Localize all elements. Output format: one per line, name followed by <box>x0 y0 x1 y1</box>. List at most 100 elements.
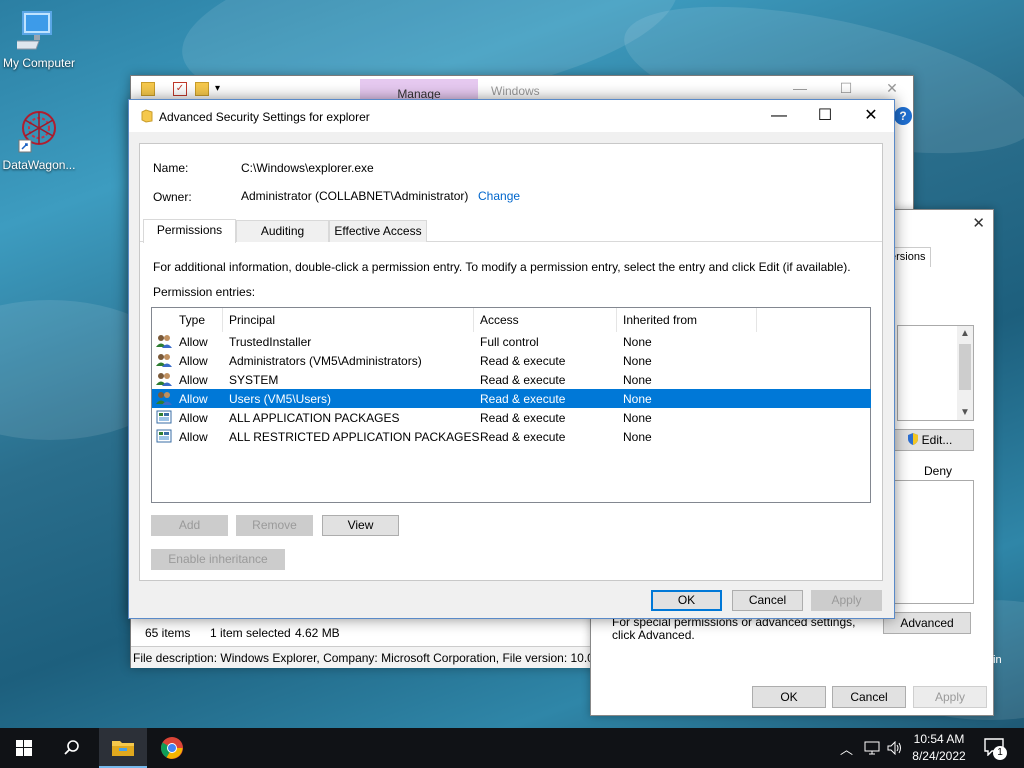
status-item-count: 65 items <box>145 626 191 640</box>
column-divider[interactable] <box>756 308 757 332</box>
help-icon[interactable]: ? <box>894 107 912 125</box>
table-row[interactable]: Allow Users (VM5\Users) Read & execute None <box>152 389 871 408</box>
change-owner-link[interactable]: Change <box>478 189 520 203</box>
cell-access: Read & execute <box>480 373 566 387</box>
scroll-down-icon[interactable]: ▼ <box>960 407 970 418</box>
file-explorer-icon <box>112 741 134 756</box>
desktop-icon-label: DataWagon... <box>2 158 76 172</box>
cell-access: Read & execute <box>480 430 566 444</box>
ok-button[interactable]: OK <box>752 686 826 708</box>
column-header-inherited-from[interactable]: Inherited from <box>623 313 697 327</box>
scrollbar[interactable]: ▲ ▼ <box>957 326 973 420</box>
close-button[interactable]: ✕ <box>869 80 915 100</box>
start-button[interactable] <box>0 728 48 768</box>
edit-button[interactable]: Edit... <box>884 429 974 451</box>
cell-type: Allow <box>179 392 208 406</box>
table-row[interactable]: Allow Administrators (VM5\Administrators)… <box>152 351 871 370</box>
taskbar-file-explorer[interactable] <box>99 728 147 768</box>
cancel-button[interactable]: Cancel <box>732 590 803 611</box>
cell-inherited-from: None <box>623 335 652 349</box>
cell-principal: TrustedInstaller <box>229 335 312 349</box>
desktop-icon-datawagon[interactable]: DataWagon... <box>0 106 81 172</box>
clock-date[interactable]: 8/24/2022 <box>906 749 972 763</box>
apply-button[interactable]: Apply <box>913 686 987 708</box>
cell-access: Read & execute <box>480 411 566 425</box>
package-icon <box>156 429 172 443</box>
table-row[interactable]: Allow ALL RESTRICTED APPLICATION PACKAGES… <box>152 427 871 446</box>
advanced-note: For special permissions or advanced sett… <box>612 615 856 642</box>
clock-time[interactable]: 10:54 AM <box>906 732 972 746</box>
tab-permissions[interactable]: Permissions <box>143 219 236 243</box>
table-row[interactable]: Allow SYSTEM Read & execute None <box>152 370 871 389</box>
users-icon <box>156 335 172 348</box>
ok-button[interactable]: OK <box>651 590 722 611</box>
deny-column-header: Deny <box>924 464 953 478</box>
advanced-button[interactable]: Advanced <box>883 612 971 634</box>
cancel-button[interactable]: Cancel <box>832 686 906 708</box>
action-center-button[interactable]: 1 <box>980 734 1012 762</box>
column-header-type[interactable]: Type <box>179 313 205 327</box>
table-row[interactable]: Allow TrustedInstaller Full control None <box>152 332 871 351</box>
cell-access: Read & execute <box>480 354 566 368</box>
add-button[interactable]: Add <box>151 515 228 536</box>
dialog-titlebar[interactable]: Advanced Security Settings for explorer … <box>129 100 894 132</box>
column-divider[interactable] <box>473 308 474 332</box>
status-size: 4.62 MB <box>295 626 340 640</box>
taskbar: ︿ 10:54 AM 8/24/2022 1 <box>0 728 1024 768</box>
users-icon <box>156 392 172 405</box>
customize-toolbar-icon[interactable]: ▾ <box>215 82 229 96</box>
cell-inherited-from: None <box>623 411 652 425</box>
close-button[interactable]: ✕ <box>848 104 894 128</box>
view-button[interactable]: View <box>322 515 399 536</box>
users-icon <box>156 373 172 386</box>
folder-icon <box>141 82 155 96</box>
column-divider[interactable] <box>222 308 223 332</box>
maximize-button[interactable]: ☐ <box>802 104 848 128</box>
permission-entries-label: Permission entries: <box>153 285 256 299</box>
column-divider[interactable] <box>616 308 617 332</box>
folder-icon <box>141 109 153 123</box>
volume-icon[interactable] <box>887 741 903 755</box>
cell-principal: ALL APPLICATION PACKAGES <box>229 411 400 425</box>
desktop-icon-my-computer[interactable]: My Computer <box>0 8 81 70</box>
tab-effective-access[interactable]: Effective Access <box>329 220 427 242</box>
close-icon[interactable]: ✕ <box>972 214 985 232</box>
owner-label: Owner: <box>153 190 192 204</box>
scroll-up-icon[interactable]: ▲ <box>960 328 970 339</box>
cell-principal: Users (VM5\Users) <box>229 392 332 406</box>
tab-auditing[interactable]: Auditing <box>236 220 329 242</box>
column-header-principal[interactable]: Principal <box>229 313 275 327</box>
search-button[interactable] <box>48 728 96 768</box>
column-header-access[interactable]: Access <box>480 313 519 327</box>
cell-inherited-from: None <box>623 392 652 406</box>
cell-type: Allow <box>179 373 208 387</box>
minimize-button[interactable]: — <box>777 80 823 100</box>
advanced-security-dialog[interactable]: Advanced Security Settings for explorer … <box>128 99 895 619</box>
desktop-icon-label: My Computer <box>2 56 76 70</box>
users-icon <box>156 354 172 367</box>
table-row[interactable]: Allow ALL APPLICATION PACKAGES Read & exec… <box>152 408 871 427</box>
cell-inherited-from: None <box>623 430 652 444</box>
apply-button[interactable]: Apply <box>811 590 882 611</box>
show-hidden-icons-chevron-icon[interactable]: ︿ <box>840 739 853 758</box>
permission-entries-list[interactable]: Type Principal Access Inherited from All… <box>151 307 871 503</box>
uac-shield-icon <box>907 433 918 445</box>
maximize-button[interactable]: ☐ <box>823 80 869 100</box>
owner-value: Administrator (COLLABNET\Administrator) <box>241 189 469 203</box>
remove-button[interactable]: Remove <box>236 515 313 536</box>
cell-principal: ALL RESTRICTED APPLICATION PACKAGES <box>229 430 480 444</box>
enable-inheritance-button[interactable]: Enable inheritance <box>151 549 285 570</box>
cell-type: Allow <box>179 411 208 425</box>
scroll-thumb[interactable] <box>959 344 971 390</box>
partial-text: in <box>993 654 1002 666</box>
properties-icon[interactable]: ✓ <box>173 82 187 96</box>
status-selected: 1 item selected <box>210 626 291 640</box>
minimize-button[interactable]: — <box>756 104 802 128</box>
group-user-list[interactable]: ▲ ▼ <box>897 325 974 421</box>
permissions-box <box>891 480 974 604</box>
cell-inherited-from: None <box>623 373 652 387</box>
taskbar-chrome[interactable] <box>148 728 196 768</box>
new-folder-icon[interactable] <box>195 82 209 96</box>
network-icon[interactable] <box>864 741 880 755</box>
name-value: C:\Windows\explorer.exe <box>241 161 374 175</box>
